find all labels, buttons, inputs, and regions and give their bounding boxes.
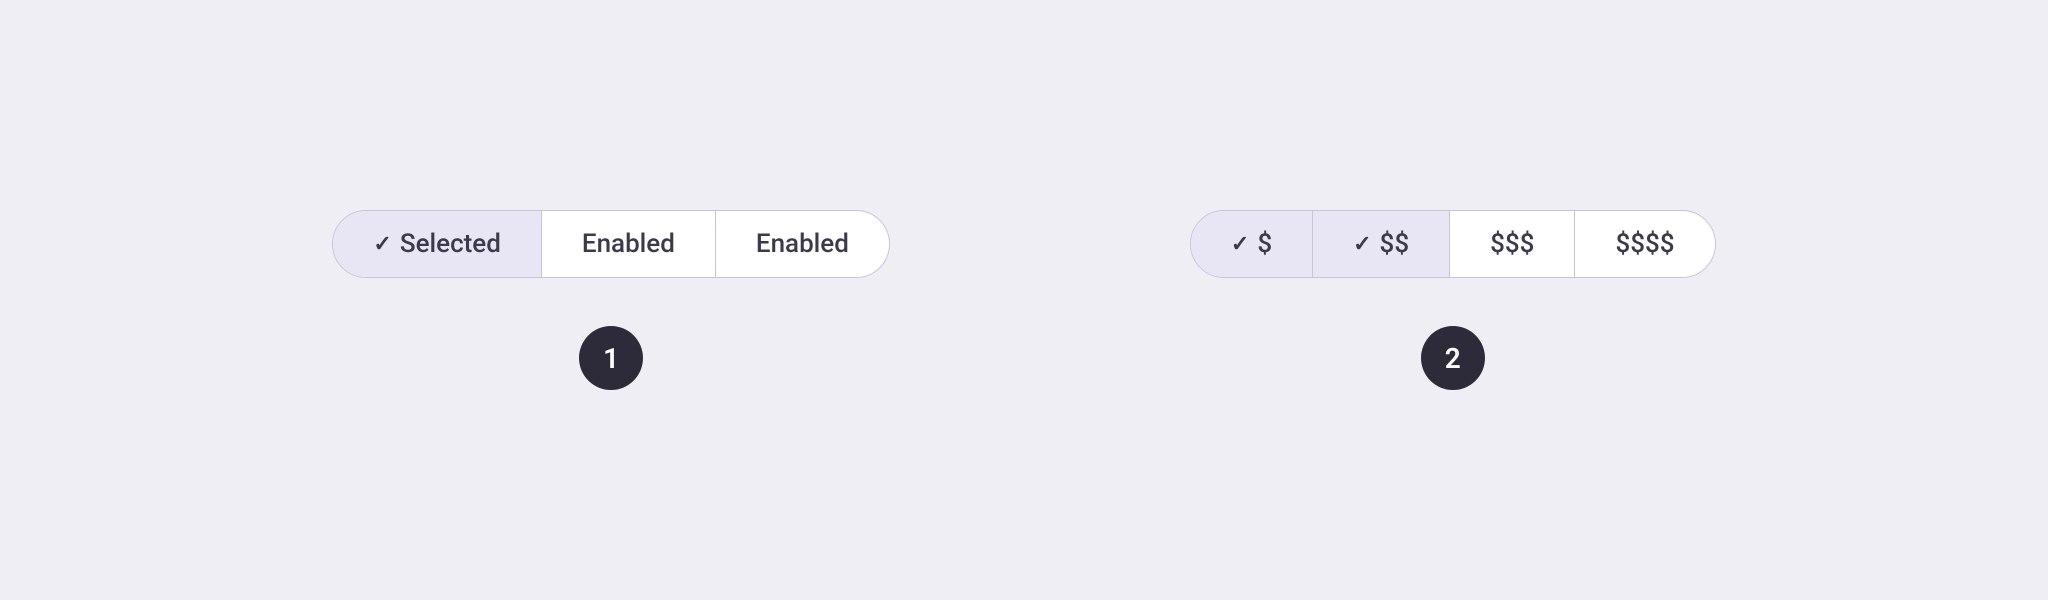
check-icon-dollar2: ✓ (1353, 232, 1371, 257)
pill-group-1: ✓ Selected Enabled Enabled (332, 210, 889, 278)
badge-1: 1 (579, 326, 643, 390)
pill-label-dollar2: $$ (1380, 229, 1410, 259)
pill-label-dollar1: $ (1257, 229, 1272, 259)
pill-item-enabled-1[interactable]: Enabled (542, 211, 716, 277)
pill-label-enabled-2: Enabled (756, 229, 849, 259)
pill-label-enabled-1: Enabled (582, 229, 675, 259)
pill-item-selected[interactable]: ✓ Selected (333, 211, 541, 277)
pill-label-dollar4: $$$$ (1615, 229, 1674, 259)
main-container: ✓ Selected Enabled Enabled 1 ✓ $ ✓ $$ $$… (0, 210, 2048, 390)
pill-item-dollar2[interactable]: ✓ $$ (1313, 211, 1450, 277)
check-icon-dollar1: ✓ (1231, 232, 1249, 257)
pill-item-dollar4[interactable]: $$$$ (1575, 211, 1714, 277)
check-icon-selected: ✓ (373, 232, 391, 257)
section-1: ✓ Selected Enabled Enabled 1 (332, 210, 889, 390)
pill-label-selected: Selected (400, 229, 501, 259)
badge-2: 2 (1421, 326, 1485, 390)
pill-item-enabled-2[interactable]: Enabled (716, 211, 889, 277)
pill-item-dollar3[interactable]: $$$ (1450, 211, 1575, 277)
pill-group-2: ✓ $ ✓ $$ $$$ $$$$ (1190, 210, 1716, 278)
section-2: ✓ $ ✓ $$ $$$ $$$$ 2 (1190, 210, 1716, 390)
pill-label-dollar3: $$$ (1490, 229, 1534, 259)
pill-item-dollar1[interactable]: ✓ $ (1191, 211, 1313, 277)
